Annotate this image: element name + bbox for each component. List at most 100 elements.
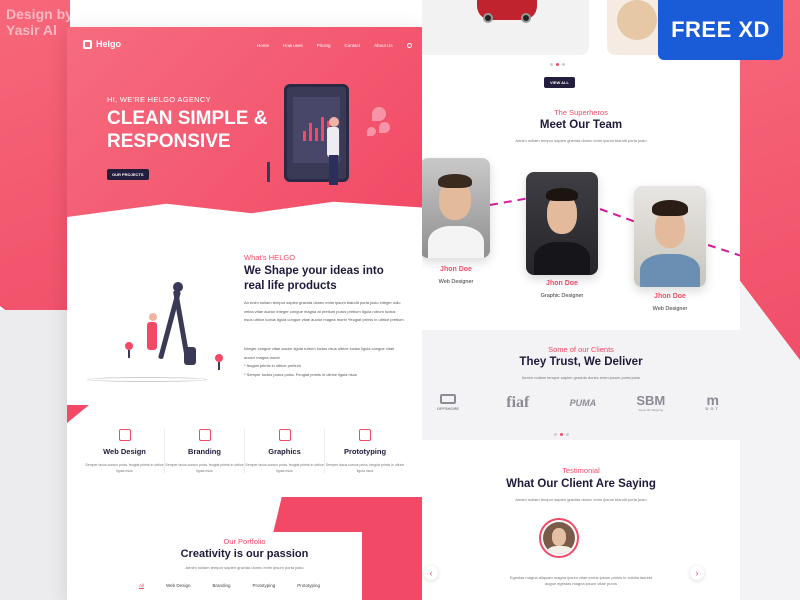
clients-subtitle: Aenim nullam tempor sapien gravida donec… [521,375,641,380]
service-title: Prototyping [343,447,387,456]
tab-web-design[interactable]: Web Design [166,583,190,589]
client-logo-offshore: OFFSHORE [430,394,466,411]
service-prototyping[interactable]: Prototyping Semper lacus cursus porta, f… [325,429,405,474]
client-logo-text: m [706,392,719,408]
search-icon[interactable] [406,43,412,48]
shirt-illustration [547,546,573,554]
our-projects-button[interactable]: OUR PROJECTS [107,169,149,180]
wheel-illustration [521,13,531,23]
tab-prototyping[interactable]: Prototyping [252,583,275,589]
member-role: Web Designer [652,306,688,312]
client-logo-text: OFFSHORE [436,406,460,411]
service-title: Web Design [103,447,146,456]
hair-illustration [546,188,578,201]
leaf-illustration [372,107,386,121]
client-logo-puma: PUMA [569,397,597,408]
service-desc: Semper lacus cursus porta, feugiat primi… [165,463,244,473]
service-title: Branding [188,447,221,456]
hair-illustration [652,200,688,216]
testimonial-subtitle: Aenim nullam tempor sapien gravida donec… [515,497,647,502]
team-member-photo[interactable] [634,186,706,287]
tree-trunk [128,350,130,358]
client-logo-subtext: DOT [705,406,720,411]
background-pink-left [0,0,70,360]
pagination-dot[interactable] [566,433,569,436]
client-logo-fiaf: fiaf [506,393,530,411]
nav-about[interactable]: About Us [374,43,393,48]
offshore-logo-icon [440,394,456,404]
team-title: Meet Our Team [539,119,623,131]
main-nav: Home How uses Pricing Contact About Us [257,43,412,48]
chart-bar-illustration [321,117,324,141]
service-title: Graphics [268,447,301,456]
pagination-dot[interactable] [562,63,565,66]
tab-branding[interactable]: Branding [212,583,230,589]
view-all-button[interactable]: VIEW ALL [544,77,575,88]
person-illustration-legs [329,155,338,185]
portfolio-eyebrow: Our Portfolio [223,537,266,546]
compass-illustration [87,282,223,382]
designer-credit: Design by Yasir Al [6,6,73,38]
plant-illustration [267,162,270,182]
hero-eyebrow: HI, WE'RE HELGO AGENCY [107,95,211,104]
clients-pagination [554,433,569,436]
about-text: An enim nullam tempor sapien gravida don… [244,300,404,322]
connector-line [599,208,638,224]
tree-trunk [218,362,220,370]
pagination-dot-active[interactable] [560,433,563,436]
member-role: Web Designer [438,279,474,285]
decor-triangle [67,405,89,423]
team-member-photo[interactable] [422,158,490,258]
member-role: Graphic Designer [540,293,584,299]
portfolio-image-car[interactable] [422,0,589,55]
client-logo-subtext: Super Bit Mapping [638,408,664,412]
person-illustration-body [327,127,339,157]
portfolio-tabs: All Web Design Branding Prototyping Prot… [139,583,320,589]
denim-shirt-illustration [640,254,700,287]
graphics-icon [278,429,291,441]
chart-bar-illustration [303,131,306,141]
service-graphics[interactable]: Graphics Semper lacus cursus porta, feug… [245,429,325,474]
nav-how-uses[interactable]: How uses [283,43,303,48]
portfolio-title: Creativity is our passion [180,548,309,560]
logo[interactable]: Helgo [83,39,121,49]
person-illustration [147,322,157,350]
client-logos: OFFSHORE fiaf PUMA SBM Super Bit Mapping… [430,393,720,412]
branding-icon [198,429,211,441]
pagination-dot-active[interactable] [556,63,559,66]
about-title: We Shape your ideas into real life produ… [244,265,384,292]
about-list: Integer congue vitae auctor ligula rutru… [244,346,395,377]
pagination-dot[interactable] [550,63,553,66]
avatar [539,518,579,558]
service-web-design[interactable]: Web Design Semper lacus cursus porta, fe… [85,429,165,474]
logo-icon [83,39,92,49]
service-desc: Semper lacus cursus porta, feugiat primi… [325,463,405,473]
client-logo-sbm: SBM Super Bit Mapping [636,393,665,412]
client-logo-dot: m DOT [705,392,720,411]
services-row: Web Design Semper lacus cursus porta, fe… [85,429,405,474]
tab-prototyping-2[interactable]: Prototyping [297,583,320,589]
nav-home[interactable]: Home [257,43,269,48]
face-illustration [552,528,566,546]
team-member-photo[interactable] [526,172,598,275]
service-branding[interactable]: Branding Semper lacus cursus porta, feug… [165,429,245,474]
testimonial-quote: Egestas magna aliquam magna ipsum vitae … [509,575,653,586]
nav-pricing[interactable]: Pricing [317,43,331,48]
nav-contact[interactable]: Contact [345,43,361,48]
shirt-illustration [428,226,484,258]
design-icon [118,429,131,441]
tablet-illustration [284,84,349,182]
team-subtitle: Aenim nullam tempor sapien gravida donec… [515,138,647,143]
chart-bar-illustration [309,123,312,141]
testimonial-title: What Our Client Are Saying [506,478,656,490]
wheel-illustration [483,13,493,23]
hero-title: CLEAN SIMPLE & RESPONSIVE [107,108,268,152]
tab-all[interactable]: All [139,583,145,589]
service-desc: Semper lacus cursus porta, feugiat primi… [85,463,164,473]
person-illustration-head [329,117,339,127]
portfolio-subtitle: Aenim nullam tempor sapien gravida donec… [185,565,304,570]
pagination-dot[interactable] [554,433,557,436]
leaf-illustration [367,127,376,136]
background-grey-left [0,310,70,600]
car-illustration [477,0,537,23]
